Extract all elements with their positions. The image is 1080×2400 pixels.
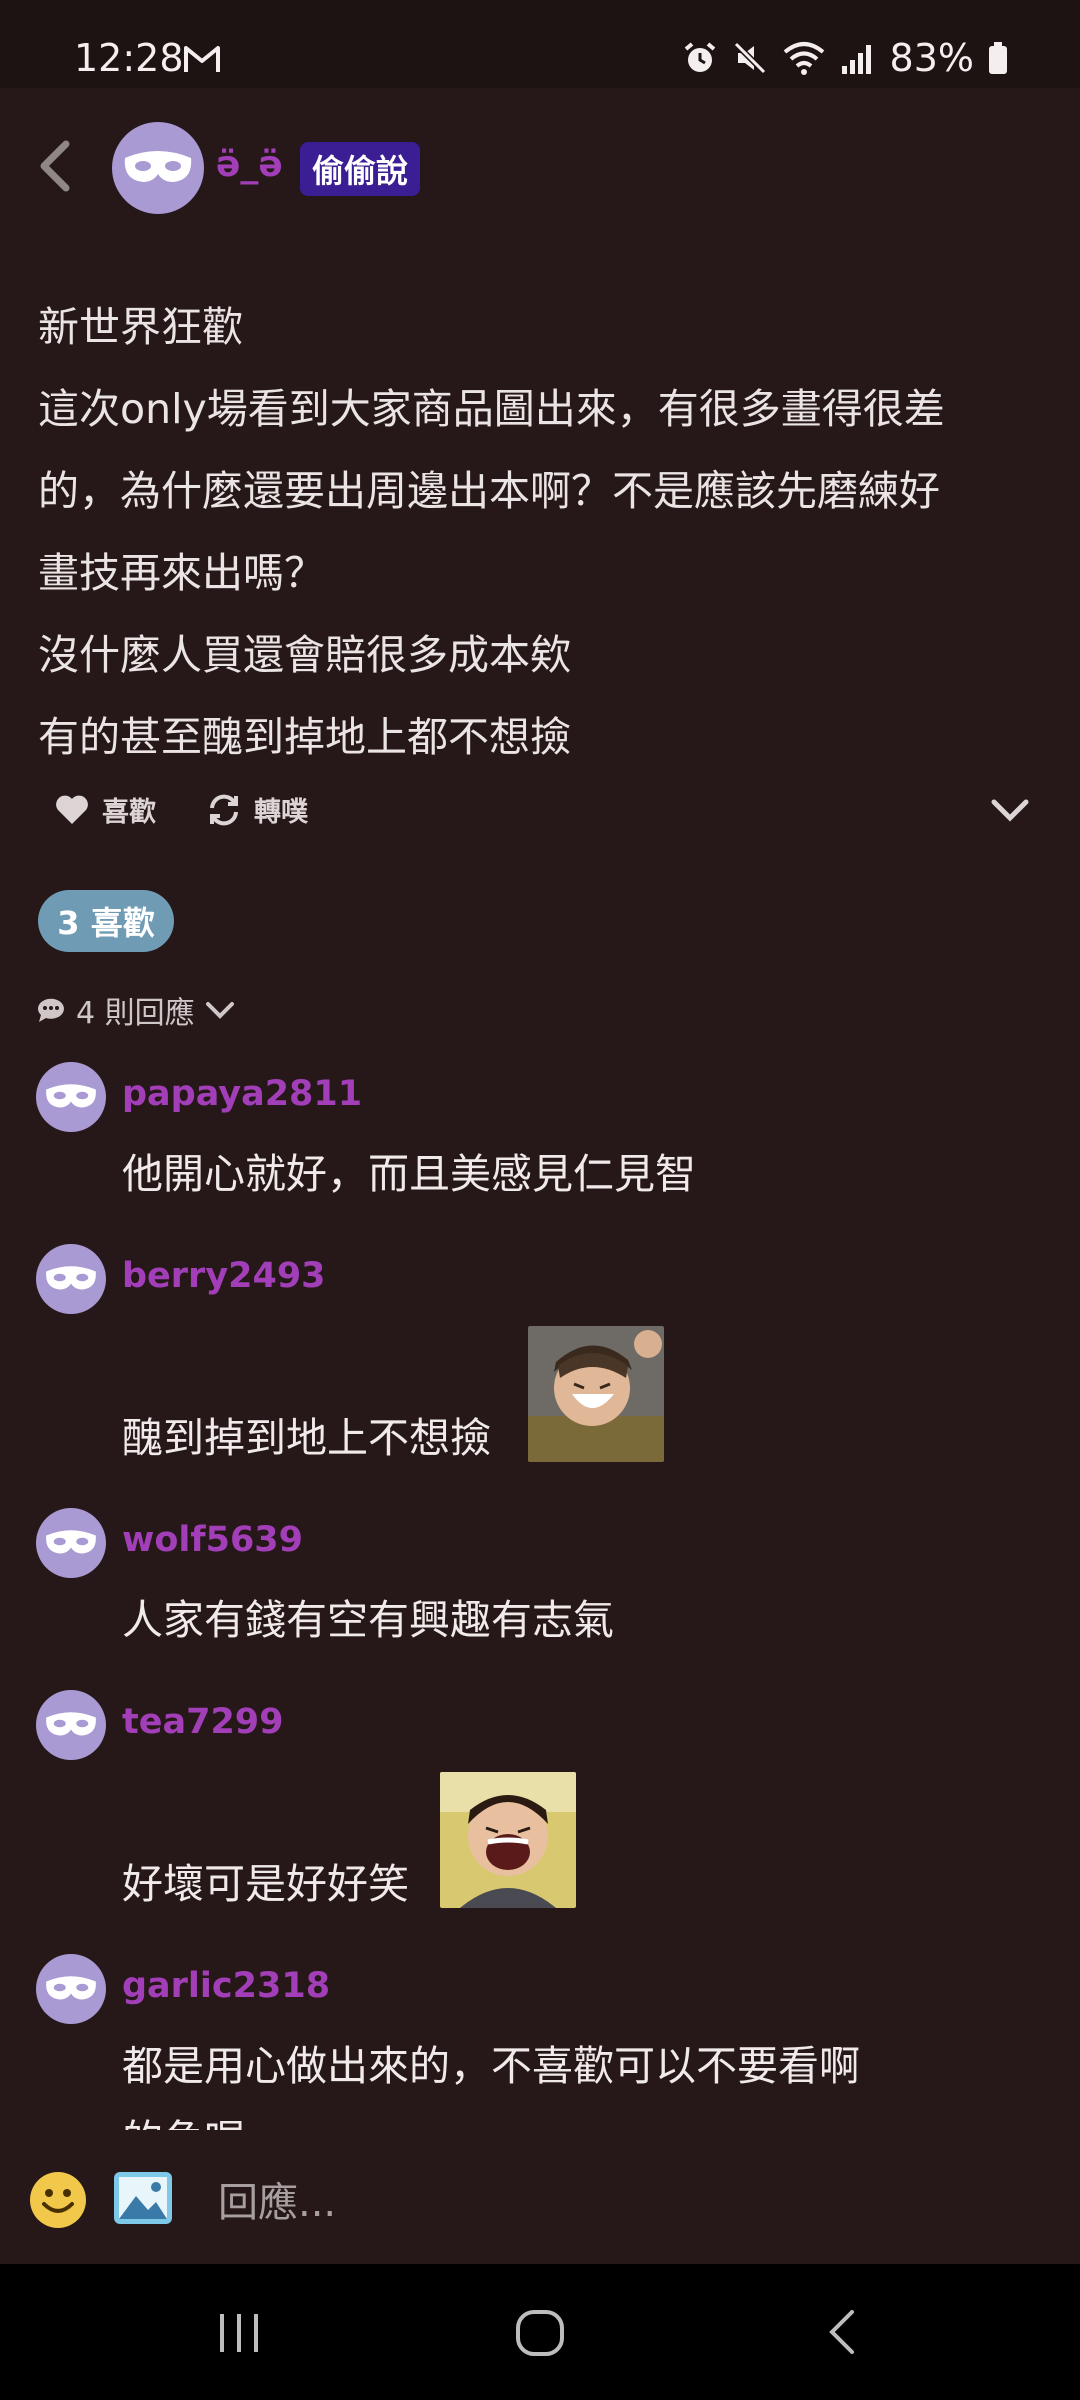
commenter-avatar[interactable]: [36, 1244, 106, 1314]
mute-icon: [733, 41, 766, 75]
author-name[interactable]: ӛ_ӛ: [216, 144, 283, 185]
mask-icon: [46, 1976, 96, 2000]
author-avatar[interactable]: [112, 122, 204, 214]
gmail-icon: [184, 46, 220, 72]
heart-icon: [56, 795, 88, 824]
post-line: 這次only場看到大家商品圖出來，有很多畫得很差: [38, 385, 945, 433]
commenter-name[interactable]: berry2493: [122, 1256, 326, 1296]
comment-item: garlic2318 都是用心做出來的，不喜歡可以不要看啊 的角喔: [36, 1954, 1036, 2130]
laughing-emoticon-image[interactable]: [440, 1772, 576, 1908]
system-back-button[interactable]: [818, 2304, 868, 2360]
mask-icon: [46, 1084, 96, 1108]
comment-text: 他開心就好，而且美感見仁見智: [122, 1150, 696, 1198]
repost-label: 轉噗: [254, 797, 308, 828]
comment-text: 都是用心做出來的，不喜歡可以不要看啊: [122, 2042, 860, 2090]
alarm-icon: [684, 42, 715, 72]
comment-text-continued: 的角喔: [122, 2106, 245, 2130]
comment-item: tea7299 好壞可是好好笑: [36, 1690, 1036, 1910]
wifi-icon: [783, 42, 824, 75]
reply-count[interactable]: 4 則回應: [36, 990, 235, 1031]
comment-text: 醜到掉到地上不想撿: [122, 1414, 491, 1462]
speech-bubble-icon: [37, 998, 64, 1022]
comment-text: 好壞可是好好笑: [122, 1860, 409, 1908]
commenter-avatar[interactable]: [36, 1954, 106, 2024]
home-button[interactable]: [512, 2304, 568, 2360]
repost-icon: [210, 794, 238, 825]
laughing-emoticon-image[interactable]: [528, 1326, 664, 1462]
commenter-name[interactable]: papaya2811: [122, 1074, 362, 1114]
recent-apps-button[interactable]: [214, 2304, 264, 2360]
post-line: 有的甚至醜到掉地上都不想撿: [38, 713, 571, 761]
mask-icon: [46, 1266, 96, 1290]
anonymous-badge: 偷偷說: [300, 142, 421, 196]
battery-percent: 83%: [889, 36, 974, 80]
post-line: 新世界狂歡: [38, 303, 243, 351]
likes-count-pill[interactable]: 3 喜歡: [38, 890, 174, 952]
comment-text: 人家有錢有空有興趣有志氣: [122, 1596, 614, 1644]
post-header: ӛ_ӛ 偷偷說: [0, 88, 1080, 248]
repost-button[interactable]: 轉噗: [206, 790, 308, 829]
laughing-face-icon: [528, 1326, 664, 1462]
reply-input[interactable]: [216, 2170, 1020, 2236]
commenter-name[interactable]: garlic2318: [122, 1966, 330, 2006]
mask-icon: [46, 1712, 96, 1736]
emoji-button[interactable]: [28, 2170, 88, 2230]
post-actions: 喜歡 轉噗: [50, 790, 1030, 846]
reply-bar: [0, 2140, 1080, 2264]
more-chevron-icon[interactable]: [990, 796, 1030, 824]
mask-icon: [46, 1530, 96, 1554]
commenter-avatar[interactable]: [36, 1508, 106, 1578]
post-line: 沒什麼人買還會賠很多成本欸: [38, 631, 571, 679]
status-time: 12:28: [74, 36, 184, 80]
laughing-face-icon: [440, 1772, 576, 1908]
like-button[interactable]: 喜歡: [54, 790, 156, 829]
like-label: 喜歡: [102, 797, 156, 828]
image-upload-button[interactable]: [112, 2170, 174, 2226]
post-content: 新世界狂歡 這次only場看到大家商品圖出來，有很多畫得很差 的，為什麼還要出周…: [38, 286, 1048, 778]
system-nav-bar: [0, 2264, 1080, 2400]
comment-item: papaya2811 他開心就好，而且美感見仁見智: [36, 1062, 1036, 1202]
status-bar: 12:28 83%: [0, 0, 1080, 88]
commenter-name[interactable]: tea7299: [122, 1702, 284, 1742]
chevron-down-icon: [205, 1002, 234, 1019]
post-line: 畫技再來出嗎？: [38, 549, 325, 597]
battery-icon: [989, 42, 1007, 74]
comment-item: wolf5639 人家有錢有空有興趣有志氣: [36, 1508, 1036, 1648]
commenter-name[interactable]: wolf5639: [122, 1520, 303, 1560]
signal-icon: [841, 45, 871, 74]
commenter-avatar[interactable]: [36, 1690, 106, 1760]
reply-count-label: 4 則回應: [76, 996, 195, 1031]
post-line: 的，為什麼還要出周邊出本啊？不是應該先磨練好: [38, 467, 940, 515]
mask-icon: [124, 151, 192, 182]
status-icons: 83%: [682, 36, 1008, 80]
back-button[interactable]: [30, 138, 86, 194]
commenter-avatar[interactable]: [36, 1062, 106, 1132]
comment-item: berry2493 醜到掉到地上不想撿: [36, 1244, 1036, 1464]
